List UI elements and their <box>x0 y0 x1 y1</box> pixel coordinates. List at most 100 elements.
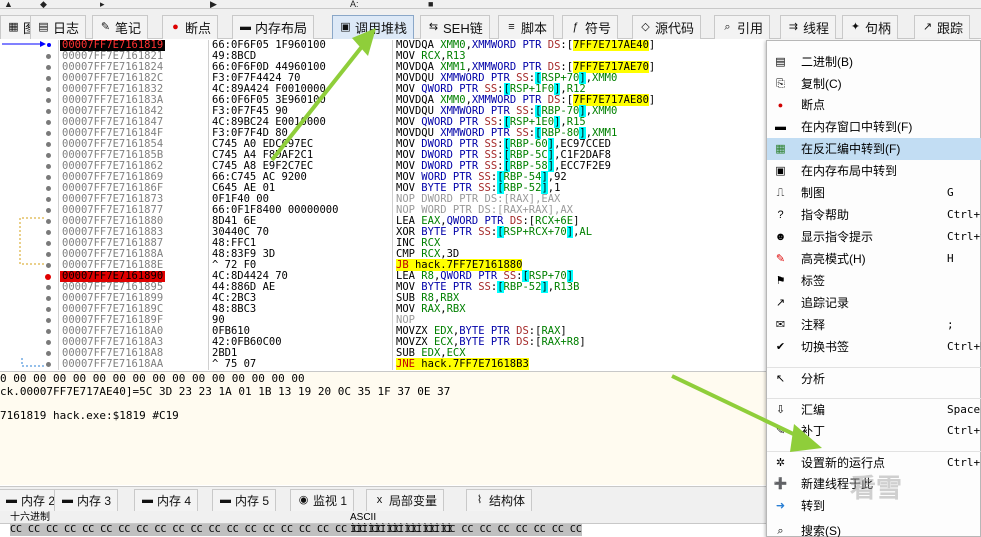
instruction-token: ] <box>648 61 656 73</box>
instruction-token: AL <box>579 226 593 238</box>
menu-item-hint[interactable]: ☻ 显示指令提示 Ctrl+Sh <box>767 226 981 248</box>
tab-watch-4[interactable]: ◉ 监视 1 <box>290 489 355 511</box>
breakpoint-gutter-dot[interactable] <box>46 76 51 81</box>
menu-item-memory-map-goto[interactable]: ▣ 在内存布局中转到 <box>767 160 981 182</box>
instruction-address: 00007FF7E71618AA <box>62 358 164 370</box>
menu-item-breakpoint-dot[interactable]: ● 断点 <box>767 94 981 116</box>
breakpoint-gutter-dot[interactable] <box>46 65 51 70</box>
tab-source[interactable]: ◇ 源代码 <box>632 15 702 39</box>
tab-log[interactable]: ▤ 日志 <box>30 15 87 39</box>
breakpoint-gutter-dot[interactable] <box>46 362 51 367</box>
menu-item-graph[interactable]: ⎍ 制图 G <box>767 182 981 204</box>
menu-item-disasm-goto[interactable]: ▦ 在反汇编中转到(F) <box>767 138 981 160</box>
binary-icon: ▤ <box>775 56 786 68</box>
breakpoint-gutter-dot[interactable] <box>46 340 51 345</box>
menu-item-shortcut: Ctrl+F1 <box>947 208 981 221</box>
menu-item-label: 在内存窗口中转到(F) <box>801 120 913 134</box>
tab-label: 跟踪 <box>937 21 964 36</box>
breakpoint-gutter-dot[interactable] <box>46 142 51 147</box>
breakpoint-gutter-dot[interactable] <box>46 285 51 290</box>
tab-memory-map[interactable]: ▬ 内存布局 <box>232 15 315 39</box>
hint-icon: ☻ <box>774 231 787 243</box>
tab-memory-3[interactable]: ▬ 内存 5 <box>212 489 277 511</box>
menu-item-shortcut: Ctrl+Sh <box>947 230 981 243</box>
disassembly-view[interactable]: 00007FF7E7161819 66:0F6F05 1F960100 MOVDQA… <box>0 40 766 370</box>
tab-label: 内存 5 <box>235 494 270 508</box>
breakpoint-gutter-dot[interactable] <box>46 109 51 114</box>
tab-label: 脚本 <box>521 21 548 36</box>
menu-item-copy[interactable]: ⎘ 复制(C) <box>767 73 981 95</box>
menu-item-highlight[interactable]: ✎ 高亮模式(H) H <box>767 248 981 270</box>
breakpoint-gutter-dot[interactable] <box>46 263 51 268</box>
menu-item-memory-window[interactable]: ▬ 在内存窗口中转到(F) <box>767 116 981 138</box>
breakpoint-gutter-dot[interactable] <box>46 87 51 92</box>
breakpoint-gutter-dot[interactable] <box>46 164 51 169</box>
tab-handles[interactable]: ✦ 句柄 <box>842 15 899 39</box>
instruction-token: 7FF7E717AE40 <box>573 40 649 51</box>
tab-label: 内存 2 <box>21 494 56 508</box>
toolbar-glyph[interactable]: A: <box>350 0 359 8</box>
memory-icon: ▬ <box>142 494 153 506</box>
breakpoint-gutter-dot[interactable] <box>46 307 51 312</box>
tab-notes[interactable]: ✎ 笔记 <box>92 15 149 39</box>
menu-item-label[interactable]: ⚑ 标签 <box>767 270 981 292</box>
breakpoint-gutter-dot[interactable] <box>46 219 51 224</box>
tab-symbols[interactable]: ƒ 符号 <box>562 15 619 39</box>
toolbar-glyph[interactable]: ▶ <box>210 0 217 8</box>
menu-item-trace-record[interactable]: ↗ 追踪记录 <box>767 292 981 314</box>
tab-memory-2[interactable]: ▬ 内存 4 <box>134 489 199 511</box>
menu-item-help[interactable]: ? 指令帮助 Ctrl+F1 <box>767 204 981 226</box>
breakpoint-gutter-dot[interactable] <box>45 274 51 280</box>
tab-threads[interactable]: ⇉ 线程 <box>780 15 837 39</box>
tab-struct-6[interactable]: ⌇ 结构体 <box>466 489 533 511</box>
hex-ascii[interactable]: ÌÌÌÌÌÌÌÌÌÌÌÌÌÌÌÌÌ <box>350 524 452 536</box>
breakpoint-gutter-dot[interactable] <box>46 197 51 202</box>
tab-label: 断点 <box>185 21 212 36</box>
toolbar-glyph[interactable]: ▲ <box>4 0 13 8</box>
breakpoint-gutter-dot[interactable] <box>46 208 51 213</box>
tab-memory-1[interactable]: ▬ 内存 3 <box>54 489 119 511</box>
breakpoint-gutter-dot[interactable] <box>46 318 51 323</box>
toolbar-glyph[interactable]: ◆ <box>40 0 47 8</box>
toolbar-glyph[interactable]: ■ <box>428 0 433 8</box>
breakpoint-dot-icon: ● <box>777 100 784 110</box>
goto-icon: ➜ <box>775 500 786 512</box>
breakpoint-gutter-dot[interactable] <box>46 252 51 257</box>
tab-breakpoint[interactable]: ● 断点 <box>162 15 219 39</box>
menu-item-comment[interactable]: ✉ 注释; <box>767 314 981 336</box>
tab-memory-0[interactable]: ▬ 内存 2 <box>0 489 63 511</box>
tab-locals-5[interactable]: x 局部变量 <box>366 489 445 511</box>
breakpoint-gutter-dot[interactable] <box>46 175 51 180</box>
tab-seh[interactable]: ⇆ SEH链 <box>420 15 490 39</box>
breakpoint-gutter-dot[interactable] <box>46 186 51 191</box>
menu-item-bookmark[interactable]: ✔ 切换书签 Ctrl+D <box>767 336 981 358</box>
toolbar-glyph[interactable]: ▸ <box>100 0 105 8</box>
disasm-row[interactable]: 00007FF7E71618AA ^ 75 07 JNE hack.7FF7E716… <box>0 358 766 370</box>
menu-item-analyze[interactable]: ↖ 分析 <box>767 367 981 389</box>
breakpoint-gutter-dot[interactable] <box>47 43 51 47</box>
tab-label: 引用 <box>737 21 764 36</box>
instruction-token: RBP-52 <box>503 281 542 293</box>
tab-trace[interactable]: ↗ 跟踪 <box>914 15 971 39</box>
trace-icon: ↗ <box>922 21 933 33</box>
menu-item-search[interactable]: ⌕ 搜索(S) <box>767 520 981 537</box>
breakpoint-gutter-dot[interactable] <box>46 230 51 235</box>
tab-call-stack[interactable]: ▣ 调用堆栈 <box>332 15 415 39</box>
menu-item-assemble[interactable]: ⇩ 汇编 Space <box>767 398 981 420</box>
breakpoint-gutter-dot[interactable] <box>46 131 51 136</box>
breakpoint-gutter-dot[interactable] <box>46 296 51 301</box>
breakpoint-gutter-dot[interactable] <box>46 153 51 158</box>
tab-references[interactable]: ⌕ 引用 <box>714 15 771 39</box>
breakpoint-gutter-dot[interactable] <box>46 241 51 246</box>
breakpoint-gutter-dot[interactable] <box>46 54 51 59</box>
tab-script[interactable]: ≡ 脚本 <box>498 15 555 39</box>
breakpoint-gutter-dot[interactable] <box>46 120 51 125</box>
info-line: ck.00007FF7E717AE40]=5C 3D 23 23 1A 01 1… <box>0 385 451 398</box>
hex-row[interactable]: CC CC CC CC CC CC CC CC CC CC CC CC CC C… <box>0 524 766 537</box>
hex-bytes[interactable]: CC CC CC CC CC CC CC CC CC CC CC CC CC C… <box>10 524 582 536</box>
menu-item-binary[interactable]: ▤ 二进制(B) <box>767 51 981 73</box>
menu-item-patch[interactable]: ✎ 补丁 Ctrl+P <box>767 420 981 442</box>
breakpoint-gutter-dot[interactable] <box>46 98 51 103</box>
breakpoint-gutter-dot[interactable] <box>46 351 51 356</box>
breakpoint-gutter-dot[interactable] <box>46 329 51 334</box>
